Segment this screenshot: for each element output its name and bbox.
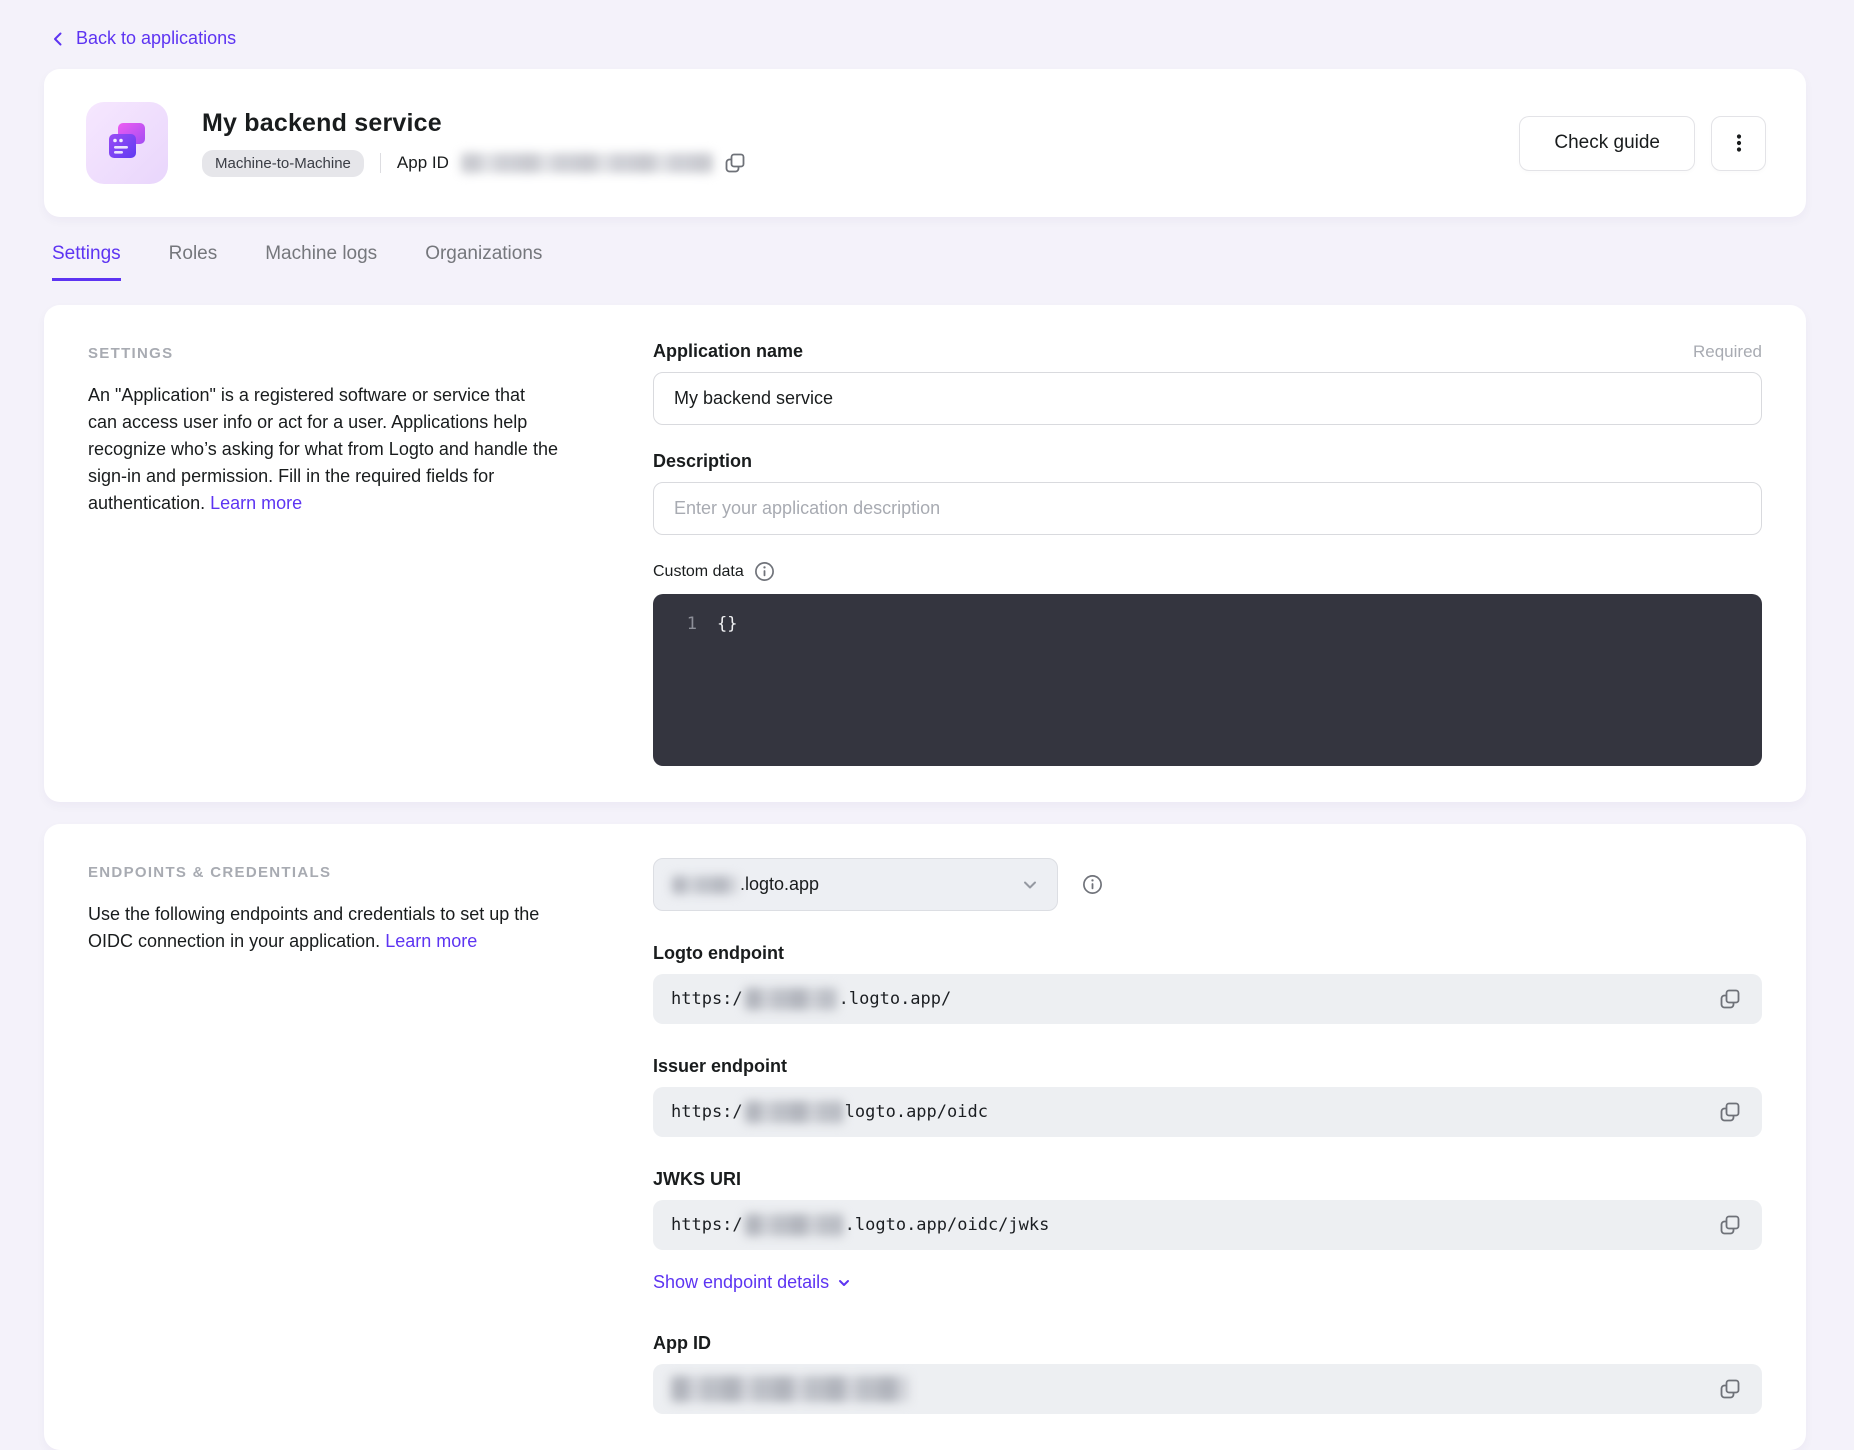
header-actions: Check guide bbox=[1519, 116, 1766, 171]
application-name-input[interactable] bbox=[653, 372, 1762, 425]
copy-issuer-endpoint-button[interactable] bbox=[1716, 1098, 1744, 1126]
domain-prefix-redacted bbox=[672, 876, 738, 894]
endpoints-section-title: ENDPOINTS & CREDENTIALS bbox=[88, 864, 558, 881]
copy-app-id-button[interactable] bbox=[721, 149, 749, 177]
chevron-down-icon bbox=[837, 1276, 851, 1290]
app-meta-row: Machine-to-Machine App ID bbox=[202, 149, 749, 177]
chevron-left-icon bbox=[50, 31, 66, 47]
endpoints-section-intro: ENDPOINTS & CREDENTIALS Use the followin… bbox=[88, 858, 558, 955]
endpoint-prefix: https:/ bbox=[671, 1215, 743, 1235]
settings-learn-more-link[interactable]: Learn more bbox=[210, 493, 302, 513]
issuer-endpoint-value: https:/ logto.app/oidc bbox=[653, 1087, 1762, 1137]
code-line-number: 1 bbox=[653, 614, 697, 746]
jwks-uri-value: https:/ .logto.app/oidc/jwks bbox=[653, 1200, 1762, 1250]
endpoints-card: ENDPOINTS & CREDENTIALS Use the followin… bbox=[44, 824, 1806, 1450]
copy-jwks-uri-button[interactable] bbox=[1716, 1211, 1744, 1239]
back-to-applications-link[interactable]: Back to applications bbox=[50, 28, 236, 49]
copy-logto-endpoint-button[interactable] bbox=[1716, 985, 1744, 1013]
application-name-label: Application name bbox=[653, 341, 803, 362]
settings-section-intro: SETTINGS An "Application" is a registere… bbox=[88, 339, 558, 517]
domain-select-value: .logto.app bbox=[740, 874, 819, 895]
required-hint: Required bbox=[1693, 342, 1762, 362]
copy-icon bbox=[1719, 1214, 1741, 1236]
endpoint-suffix: logto.app/oidc bbox=[845, 1102, 988, 1122]
app-id-value-redacted bbox=[461, 153, 713, 173]
settings-card: SETTINGS An "Application" is a registere… bbox=[44, 305, 1806, 802]
app-type-badge: Machine-to-Machine bbox=[202, 150, 364, 177]
show-endpoint-details-link[interactable]: Show endpoint details bbox=[653, 1272, 851, 1293]
endpoints-section-description: Use the following endpoints and credenti… bbox=[88, 901, 558, 955]
kebab-menu-icon bbox=[1728, 132, 1750, 154]
logto-endpoint-field: Logto endpoint https:/ .logto.app/ bbox=[653, 943, 1762, 1024]
copy-icon bbox=[1719, 988, 1741, 1010]
description-label: Description bbox=[653, 451, 752, 472]
back-link-label: Back to applications bbox=[76, 28, 236, 49]
copy-app-id-value-button[interactable] bbox=[1716, 1375, 1744, 1403]
settings-section-title: SETTINGS bbox=[88, 345, 558, 362]
copy-icon bbox=[724, 152, 746, 174]
settings-description-text: An "Application" is a registered softwar… bbox=[88, 385, 558, 513]
tab-roles[interactable]: Roles bbox=[169, 243, 218, 281]
custom-data-field: Custom data 1 {} bbox=[653, 561, 1762, 766]
domain-select[interactable]: .logto.app bbox=[653, 858, 1058, 911]
custom-data-editor[interactable]: 1 {} bbox=[653, 594, 1762, 766]
endpoint-suffix: .logto.app/ bbox=[839, 989, 952, 1009]
app-id-label: App ID bbox=[397, 153, 449, 173]
check-guide-button[interactable]: Check guide bbox=[1519, 116, 1695, 171]
endpoint-suffix: .logto.app/oidc/jwks bbox=[845, 1215, 1050, 1235]
endpoints-learn-more-link[interactable]: Learn more bbox=[385, 931, 477, 951]
logto-endpoint-label: Logto endpoint bbox=[653, 943, 1762, 964]
info-icon[interactable] bbox=[1082, 874, 1103, 895]
custom-data-code: {} bbox=[717, 614, 737, 746]
application-details-page: Back to applications bbox=[0, 0, 1854, 1450]
endpoint-prefix: https:/ bbox=[671, 1102, 743, 1122]
custom-data-label: Custom data bbox=[653, 563, 744, 581]
app-id-value-redacted bbox=[671, 1376, 909, 1402]
app-header-info: My backend service Machine-to-Machine Ap… bbox=[202, 109, 749, 177]
settings-form: Application name Required Description Cu… bbox=[653, 339, 1762, 766]
domain-row: .logto.app bbox=[653, 858, 1762, 911]
tab-bar: Settings Roles Machine logs Organization… bbox=[52, 243, 1800, 281]
endpoint-host-redacted bbox=[745, 1101, 843, 1123]
tab-machine-logs[interactable]: Machine logs bbox=[265, 243, 377, 281]
info-icon[interactable] bbox=[754, 561, 775, 582]
more-actions-button[interactable] bbox=[1711, 116, 1766, 171]
application-name-field: Application name Required bbox=[653, 341, 1762, 425]
settings-section-description: An "Application" is a registered softwar… bbox=[88, 382, 558, 517]
jwks-uri-label: JWKS URI bbox=[653, 1169, 1762, 1190]
endpoint-host-redacted bbox=[745, 988, 837, 1010]
app-id-field-label: App ID bbox=[653, 1333, 1762, 1354]
issuer-endpoint-field: Issuer endpoint https:/ logto.app/oidc bbox=[653, 1056, 1762, 1137]
tab-settings[interactable]: Settings bbox=[52, 243, 121, 281]
endpoint-host-redacted bbox=[745, 1214, 843, 1236]
issuer-endpoint-label: Issuer endpoint bbox=[653, 1056, 1762, 1077]
page-title: My backend service bbox=[202, 109, 749, 138]
description-field: Description bbox=[653, 451, 1762, 535]
chevron-down-icon bbox=[1021, 876, 1039, 894]
show-endpoint-details-label: Show endpoint details bbox=[653, 1272, 829, 1293]
endpoints-form: .logto.app Logto endpoint https:/ .logto… bbox=[653, 858, 1762, 1414]
copy-icon bbox=[1719, 1101, 1741, 1123]
copy-icon bbox=[1719, 1378, 1741, 1400]
app-id-field: App ID bbox=[653, 1333, 1762, 1414]
jwks-uri-field: JWKS URI https:/ .logto.app/oidc/jwks bbox=[653, 1169, 1762, 1250]
divider bbox=[380, 153, 381, 173]
logto-endpoint-value: https:/ .logto.app/ bbox=[653, 974, 1762, 1024]
tab-organizations[interactable]: Organizations bbox=[425, 243, 542, 281]
app-id-value bbox=[653, 1364, 1762, 1414]
description-input[interactable] bbox=[653, 482, 1762, 535]
machine-to-machine-app-icon bbox=[86, 102, 168, 184]
endpoint-prefix: https:/ bbox=[671, 989, 743, 1009]
app-header-card: My backend service Machine-to-Machine Ap… bbox=[44, 69, 1806, 217]
